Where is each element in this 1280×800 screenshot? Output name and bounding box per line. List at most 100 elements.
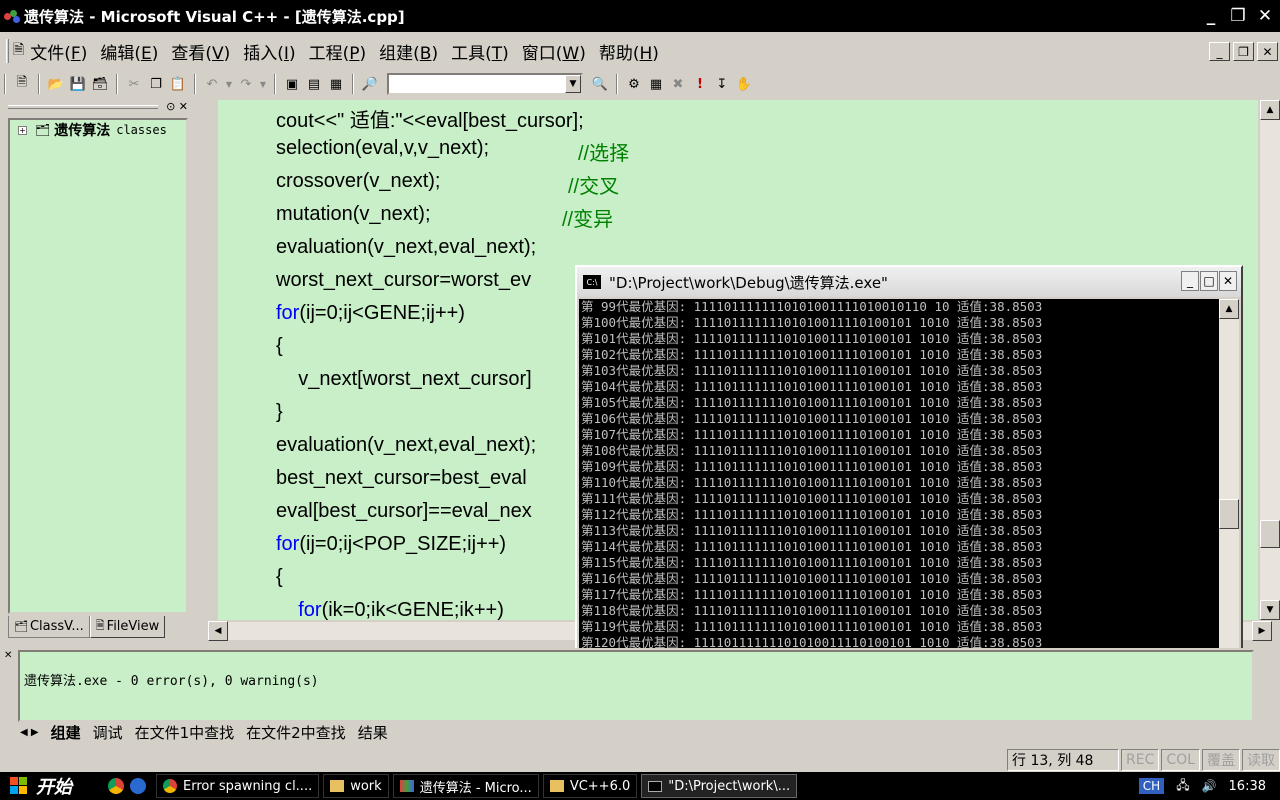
tab-find-in-files-2[interactable]: 在文件2中查找 — [240, 722, 352, 743]
code-line[interactable]: cout<<" 适值:"<<eval[best_cursor]; — [276, 104, 584, 133]
volume-icon[interactable]: 🔊 — [1202, 779, 1217, 793]
chrome-icon[interactable] — [108, 778, 124, 794]
console-minimize-button[interactable]: _ — [1181, 271, 1199, 291]
window-list-icon[interactable]: ▦ — [326, 74, 346, 94]
scroll-down-icon[interactable]: ▼ — [1260, 600, 1280, 620]
code-line[interactable]: evaluation(v_next,eval_next); — [276, 434, 536, 457]
redo-icon[interactable]: ↷ — [236, 74, 256, 94]
code-line[interactable]: } — [276, 401, 283, 424]
output-window-icon[interactable]: ▤ — [304, 74, 324, 94]
menu-item-b[interactable]: 组建(B) — [379, 39, 438, 64]
editor-scroll-thumb[interactable] — [1260, 520, 1280, 548]
tab-results[interactable]: 结果 — [352, 722, 394, 743]
code-line[interactable]: crossover(v_next); — [276, 170, 441, 193]
menu-item-f[interactable]: 文件(F) — [30, 39, 87, 64]
output-text-area[interactable]: 遗传算法.exe - 0 error(s), 0 warning(s) — [18, 650, 1254, 722]
restore-button[interactable]: ❐ — [1227, 5, 1249, 27]
redo-dropdown-icon[interactable]: ▼ — [258, 74, 268, 94]
scroll-right-icon[interactable]: ▶ — [1252, 621, 1272, 641]
new-file-icon[interactable]: 🗎 — [12, 74, 32, 94]
tab-build[interactable]: 组建 — [45, 722, 87, 743]
scroll-up-icon[interactable]: ▲ — [1260, 100, 1280, 120]
copy-icon[interactable]: ❐ — [146, 74, 166, 94]
undo-icon[interactable]: ↶ — [202, 74, 222, 94]
close-button[interactable]: ✕ — [1254, 5, 1276, 27]
menu-item-h[interactable]: 帮助(H) — [599, 39, 659, 64]
tab-debug[interactable]: 调试 — [87, 722, 129, 743]
task-vc60-folder[interactable]: VC++6.0 — [542, 774, 638, 798]
find-icon[interactable]: 🔍 — [590, 74, 610, 94]
ie-icon[interactable] — [130, 778, 146, 794]
task-work-folder[interactable]: work — [323, 774, 389, 798]
tree-item-classes[interactable]: + 🗂 遗传算法 classes — [10, 120, 186, 140]
code-line[interactable]: evaluation(v_next,eval_next); — [276, 236, 536, 259]
class-tree[interactable]: + 🗂 遗传算法 classes — [8, 118, 188, 614]
editor-vertical-scrollbar[interactable]: ▲ ▼ — [1260, 100, 1280, 620]
stop-build-icon[interactable]: ✖ — [668, 74, 688, 94]
vc-app-icon[interactable] — [4, 8, 20, 24]
code-line[interactable]: { — [276, 335, 283, 358]
code-line[interactable]: v_next[worst_next_cursor] — [276, 368, 531, 391]
language-indicator[interactable]: CH — [1138, 778, 1165, 794]
menu-item-v[interactable]: 查看(V) — [171, 39, 230, 64]
code-line[interactable]: for(ik=0;ik<GENE;ik++) — [276, 599, 504, 620]
task-vc-ide[interactable]: 遗传算法 - Micro... — [392, 774, 539, 798]
open-folder-icon[interactable]: 📂 — [46, 74, 66, 94]
menu-item-w[interactable]: 窗口(W) — [522, 39, 586, 64]
code-text: evaluation(v_next,eval_next); — [276, 434, 537, 456]
console-scrollbar[interactable]: ▲ ▼ — [1219, 299, 1239, 699]
code-line[interactable]: mutation(v_next); — [276, 203, 431, 226]
tree-root-label: 遗传算法 — [54, 123, 111, 139]
save-all-icon[interactable]: 🗃 — [90, 74, 110, 94]
console-output[interactable]: 第 99代最优基因: 11110111111101010011110100101… — [579, 299, 1221, 699]
start-button[interactable]: 开始 — [0, 772, 108, 800]
menu-item-i[interactable]: 插入(I) — [243, 39, 295, 64]
undo-dropdown-icon[interactable]: ▼ — [224, 74, 234, 94]
scroll-left-icon[interactable]: ◀ — [208, 621, 228, 641]
mdi-close-button[interactable]: ✕ — [1257, 42, 1278, 61]
workspace-close-icon[interactable]: ⊙ ✕ — [166, 100, 188, 113]
console-scroll-thumb[interactable] — [1219, 499, 1239, 529]
mdi-restore-button[interactable]: ❐ — [1233, 42, 1254, 61]
execute-icon[interactable]: ! — [690, 74, 710, 94]
workspace-icon[interactable]: ▣ — [282, 74, 302, 94]
expand-icon[interactable]: + — [18, 125, 27, 135]
menu-item-t[interactable]: 工具(T) — [451, 39, 509, 64]
menu-item-e[interactable]: 编辑(E) — [100, 39, 158, 64]
build-icon[interactable]: ▦ — [646, 74, 666, 94]
code-line[interactable]: best_next_cursor=best_eval — [276, 467, 527, 490]
task-console[interactable]: "D:\Project\work\... — [641, 774, 798, 798]
save-icon[interactable]: 💾 — [68, 74, 88, 94]
tab-classview[interactable]: 🗂 ClassV... — [8, 616, 90, 638]
output-close-icon[interactable]: ✕ — [4, 650, 12, 661]
menu-grip[interactable] — [6, 39, 9, 63]
breakpoint-hand-icon[interactable]: ✋ — [734, 74, 754, 94]
compile-icon[interactable]: ⚙ — [624, 74, 644, 94]
code-line[interactable]: for(ij=0;ij<GENE;ij++) — [276, 302, 465, 325]
menu-item-p[interactable]: 工程(P) — [309, 39, 367, 64]
console-title-bar[interactable]: C:\ "D:\Project\work\Debug\遗传算法.exe" — [577, 267, 1241, 297]
tab-nav-icon[interactable]: ◀ ▶ — [20, 727, 39, 738]
console-scroll-up-icon[interactable]: ▲ — [1219, 299, 1239, 319]
code-line[interactable]: eval[best_cursor]==eval_nex — [276, 500, 532, 523]
tab-find-in-files-1[interactable]: 在文件1中查找 — [129, 722, 241, 743]
find-combo[interactable]: ▼ — [387, 73, 583, 95]
code-line[interactable]: selection(eval,v,v_next); — [276, 137, 489, 160]
find-in-files-icon[interactable]: 🔎 — [360, 74, 380, 94]
tab-fileview[interactable]: 🗎 FileView — [89, 616, 166, 638]
code-line[interactable]: for(ij=0;ij<POP_SIZE;ij++) — [276, 533, 506, 556]
console-window[interactable]: C:\ "D:\Project\work\Debug\遗传算法.exe" _ □… — [575, 265, 1243, 703]
chevron-down-icon[interactable]: ▼ — [565, 75, 581, 93]
code-line[interactable]: worst_next_cursor=worst_ev — [276, 269, 531, 292]
go-icon[interactable]: ↧ — [712, 74, 732, 94]
code-line[interactable]: { — [276, 566, 283, 589]
task-error-spawning[interactable]: Error spawning cl.... — [156, 774, 320, 798]
console-close-button[interactable]: ✕ — [1219, 271, 1237, 291]
network-icon[interactable]: 🖧 — [1176, 776, 1189, 797]
console-maximize-button[interactable]: □ — [1200, 271, 1218, 291]
paste-icon[interactable]: 📋 — [168, 74, 188, 94]
mdi-minimize-button[interactable]: _ — [1209, 42, 1230, 61]
cut-icon[interactable]: ✂ — [124, 74, 144, 94]
minimize-button[interactable]: _ — [1200, 5, 1222, 27]
